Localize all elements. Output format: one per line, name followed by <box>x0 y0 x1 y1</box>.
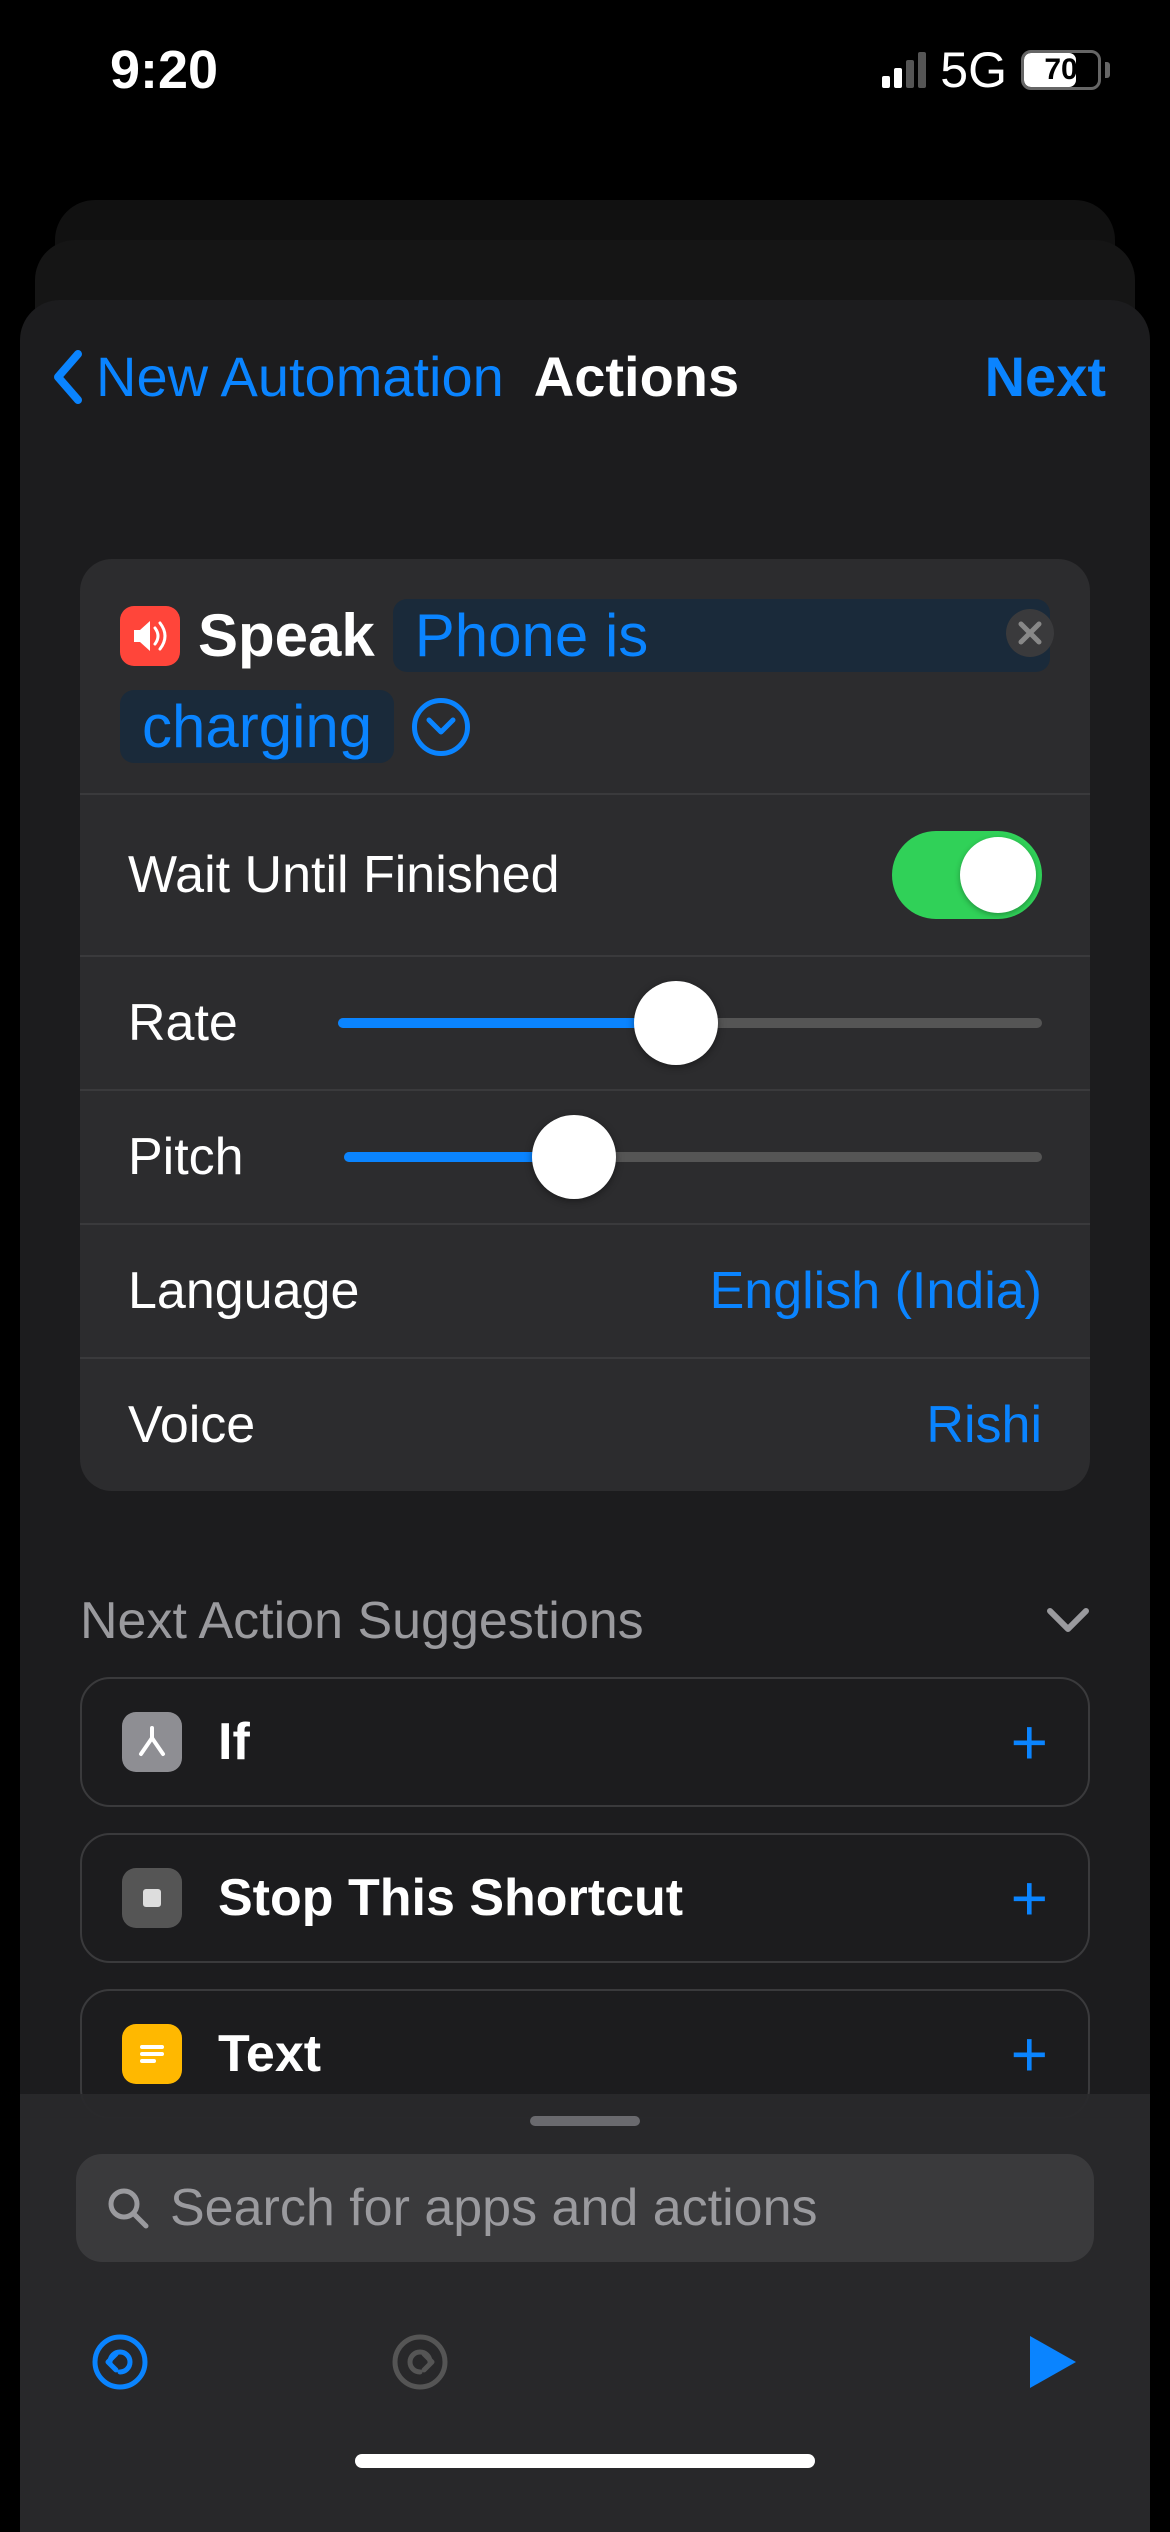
pitch-slider[interactable] <box>344 1152 1042 1162</box>
undo-icon <box>90 2332 150 2392</box>
wait-until-finished-row: Wait Until Finished <box>80 793 1090 955</box>
voice-label: Voice <box>128 1395 255 1455</box>
navigation-bar: New Automation Actions Next <box>20 300 1150 439</box>
rate-row: Rate <box>80 955 1090 1089</box>
actions-sheet: New Automation Actions Next Speak Phone … <box>20 300 1150 2532</box>
close-icon <box>1017 620 1043 646</box>
add-icon: + <box>1011 1705 1048 1779</box>
rate-slider[interactable] <box>338 1018 1042 1028</box>
suggestion-label: If <box>218 1712 975 1772</box>
voice-row[interactable]: Voice Rishi <box>80 1357 1090 1491</box>
stop-icon <box>122 1868 182 1928</box>
language-value: English (India) <box>710 1261 1042 1321</box>
speaker-icon <box>120 606 180 666</box>
suggestion-stop[interactable]: Stop This Shortcut + <box>80 1833 1090 1963</box>
home-indicator[interactable] <box>355 2454 815 2468</box>
next-button[interactable]: Next <box>985 344 1106 409</box>
battery-percent: 70 <box>1024 53 1098 87</box>
redo-button <box>390 2332 450 2392</box>
collapse-action-button[interactable] <box>412 698 470 756</box>
search-placeholder: Search for apps and actions <box>170 2178 818 2238</box>
branch-icon <box>122 1712 182 1772</box>
suggestion-label: Text <box>218 2024 975 2084</box>
wait-label: Wait Until Finished <box>128 845 560 905</box>
battery-indicator: 70 <box>1021 50 1110 90</box>
action-name: Speak <box>198 601 375 670</box>
suggestion-if[interactable]: If + <box>80 1677 1090 1807</box>
status-bar: 9:20 5G 70 <box>0 0 1170 140</box>
add-icon: + <box>1011 1861 1048 1935</box>
chevron-down-icon <box>1046 1607 1090 1635</box>
text-icon <box>122 2024 182 2084</box>
pitch-label: Pitch <box>128 1127 244 1187</box>
speak-action-card: Speak Phone is charging Wait Until Finis… <box>80 559 1090 1491</box>
run-button[interactable] <box>1026 2332 1080 2392</box>
redo-icon <box>390 2332 450 2392</box>
bottom-toolbar <box>20 2302 1150 2402</box>
chevron-down-icon <box>426 717 456 737</box>
undo-button[interactable] <box>90 2332 150 2392</box>
add-icon: + <box>1011 2017 1048 2091</box>
voice-value: Rishi <box>926 1395 1042 1455</box>
suggestion-label: Stop This Shortcut <box>218 1868 975 1928</box>
back-label: New Automation <box>96 344 504 409</box>
status-right: 5G 70 <box>882 41 1110 99</box>
cellular-signal-icon <box>882 52 926 88</box>
rate-label: Rate <box>128 993 238 1053</box>
back-button[interactable]: New Automation Actions <box>50 344 739 409</box>
search-icon <box>106 2186 150 2230</box>
suggestions-title: Next Action Suggestions <box>80 1591 644 1651</box>
search-input[interactable]: Search for apps and actions <box>76 2154 1094 2262</box>
speak-text-token-2[interactable]: charging <box>120 690 394 763</box>
play-icon <box>1026 2332 1080 2392</box>
remove-action-button[interactable] <box>1006 609 1054 657</box>
page-title: Actions <box>534 344 739 409</box>
action-header: Speak Phone is charging <box>80 559 1090 793</box>
language-label: Language <box>128 1261 359 1321</box>
chevron-left-icon <box>50 350 86 404</box>
language-row[interactable]: Language English (India) <box>80 1223 1090 1357</box>
network-type: 5G <box>940 41 1007 99</box>
wait-toggle[interactable] <box>892 831 1042 919</box>
status-time: 9:20 <box>110 39 218 101</box>
speak-text-token-1[interactable]: Phone is <box>393 599 1050 672</box>
drag-handle[interactable] <box>530 2116 640 2126</box>
suggestions-header[interactable]: Next Action Suggestions <box>80 1591 1090 1651</box>
pitch-row: Pitch <box>80 1089 1090 1223</box>
search-sheet: Search for apps and actions <box>20 2094 1150 2532</box>
